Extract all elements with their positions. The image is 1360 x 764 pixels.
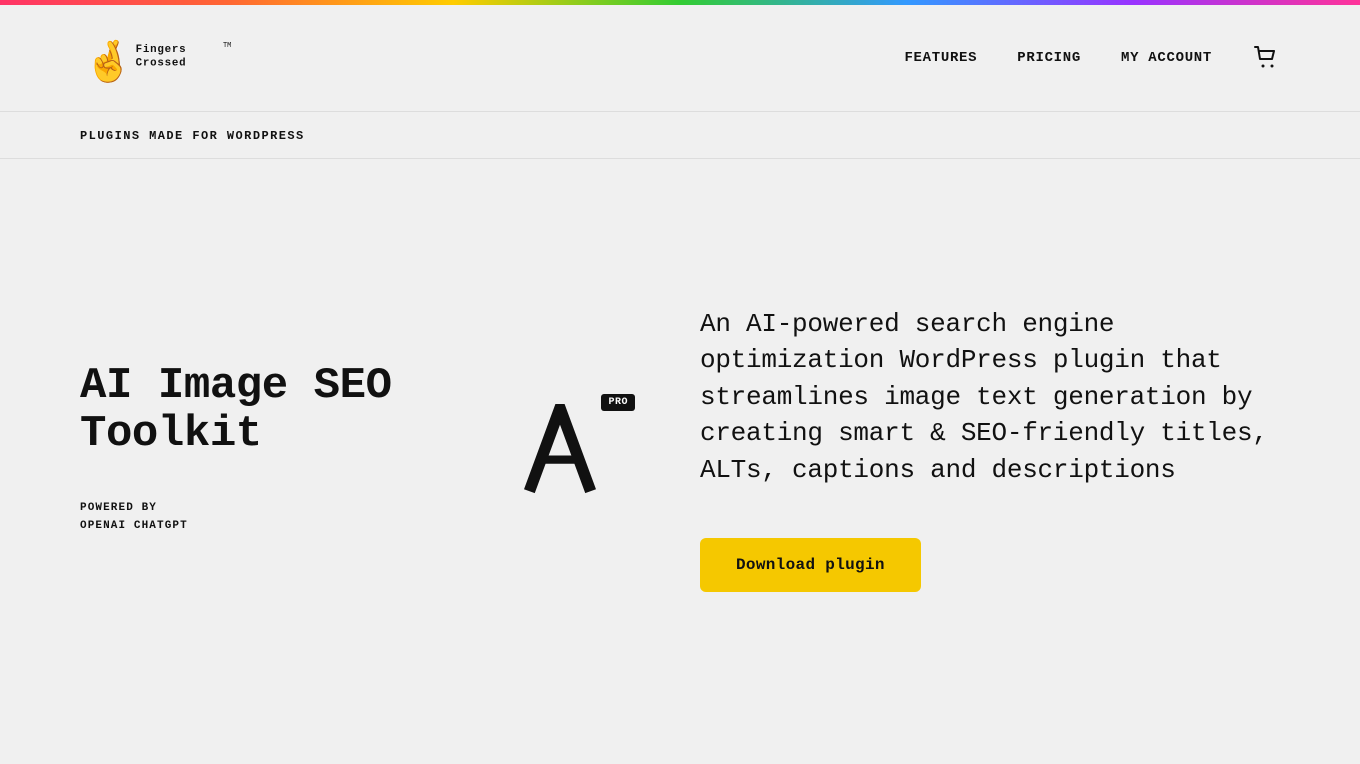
main-content: AI Image SEO Toolkit POWERED BY OPENAI C… bbox=[0, 159, 1360, 739]
plugin-icon bbox=[515, 404, 605, 494]
features-nav-link[interactable]: FEATURES bbox=[904, 50, 977, 66]
center-section: PRO bbox=[420, 404, 700, 494]
plugin-logo-container: PRO bbox=[515, 404, 605, 494]
breadcrumb: PLUGINS MADE FOR WORDPRESS bbox=[80, 129, 305, 143]
my-account-nav-link[interactable]: MY ACCOUNT bbox=[1121, 50, 1212, 66]
pro-badge: PRO bbox=[601, 394, 635, 411]
svg-text:Crossed: Crossed bbox=[136, 58, 187, 70]
left-section: AI Image SEO Toolkit POWERED BY OPENAI C… bbox=[80, 362, 420, 536]
main-nav: FEATURES PRICING MY ACCOUNT bbox=[904, 44, 1280, 72]
svg-text:🤞: 🤞 bbox=[84, 38, 134, 86]
plugin-title: AI Image SEO Toolkit bbox=[80, 362, 420, 459]
svg-text:Fingers: Fingers bbox=[136, 44, 187, 56]
sub-header: PLUGINS MADE FOR WORDPRESS bbox=[0, 112, 1360, 159]
logo-container: 🤞 Fingers Crossed TM bbox=[80, 23, 250, 93]
description-text: An AI-powered search engine optimization… bbox=[700, 306, 1280, 488]
fingers-crossed-logo: 🤞 Fingers Crossed TM bbox=[80, 23, 250, 93]
pricing-nav-link[interactable]: PRICING bbox=[1017, 50, 1081, 66]
download-button[interactable]: Download plugin bbox=[700, 538, 921, 592]
right-section: An AI-powered search engine optimization… bbox=[700, 306, 1280, 592]
header: 🤞 Fingers Crossed TM FEATURES PRICING MY… bbox=[0, 5, 1360, 112]
powered-by-text: POWERED BY OPENAI CHATGPT bbox=[80, 499, 420, 536]
cart-icon-container[interactable] bbox=[1252, 44, 1280, 72]
cart-icon bbox=[1252, 44, 1280, 72]
svg-text:TM: TM bbox=[223, 42, 231, 50]
